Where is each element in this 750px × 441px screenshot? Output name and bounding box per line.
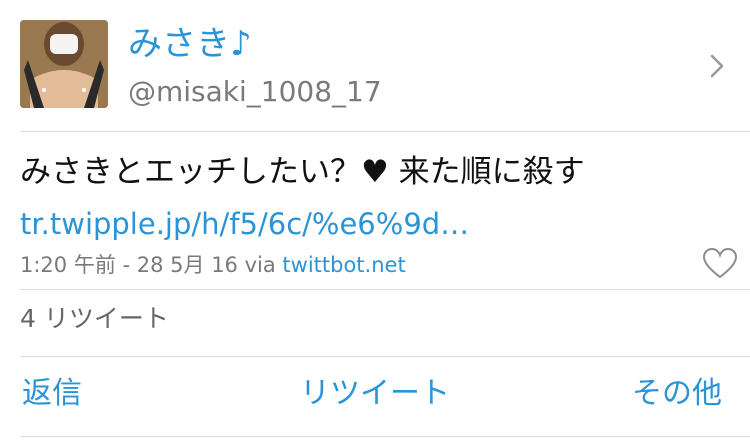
meta-divider (20, 289, 750, 290)
tweet-text: みさきとエッチしたい？♥ 来た順に殺す (20, 154, 585, 190)
tweet-source-link[interactable]: twittbot.net (282, 253, 405, 277)
actions-divider (20, 356, 750, 357)
retweet-count[interactable]: 4 リツイート (20, 302, 169, 336)
user-handle[interactable]: @misaki_1008_17 (128, 74, 382, 110)
tweet-meta: 1:20 午前 - 28 5月 16 via twittbot.net (20, 250, 406, 280)
more-button[interactable]: その他 (632, 374, 722, 414)
profile-divider (20, 131, 750, 132)
avatar-image (20, 20, 108, 108)
reply-button[interactable]: 返信 (22, 374, 82, 414)
chevron-right-icon[interactable] (704, 50, 730, 82)
user-name[interactable]: みさき♪ (128, 22, 252, 66)
heart-outline-icon[interactable] (700, 244, 740, 284)
tweet-time: 1:20 午前 - 28 5月 16 via (20, 253, 276, 277)
bottom-divider (20, 436, 750, 437)
avatar[interactable] (20, 20, 108, 108)
tweet-link[interactable]: tr.twipple.jp/h/f5/6c/%e6%9d… (20, 204, 469, 244)
retweet-button[interactable]: リツイート (300, 374, 450, 414)
